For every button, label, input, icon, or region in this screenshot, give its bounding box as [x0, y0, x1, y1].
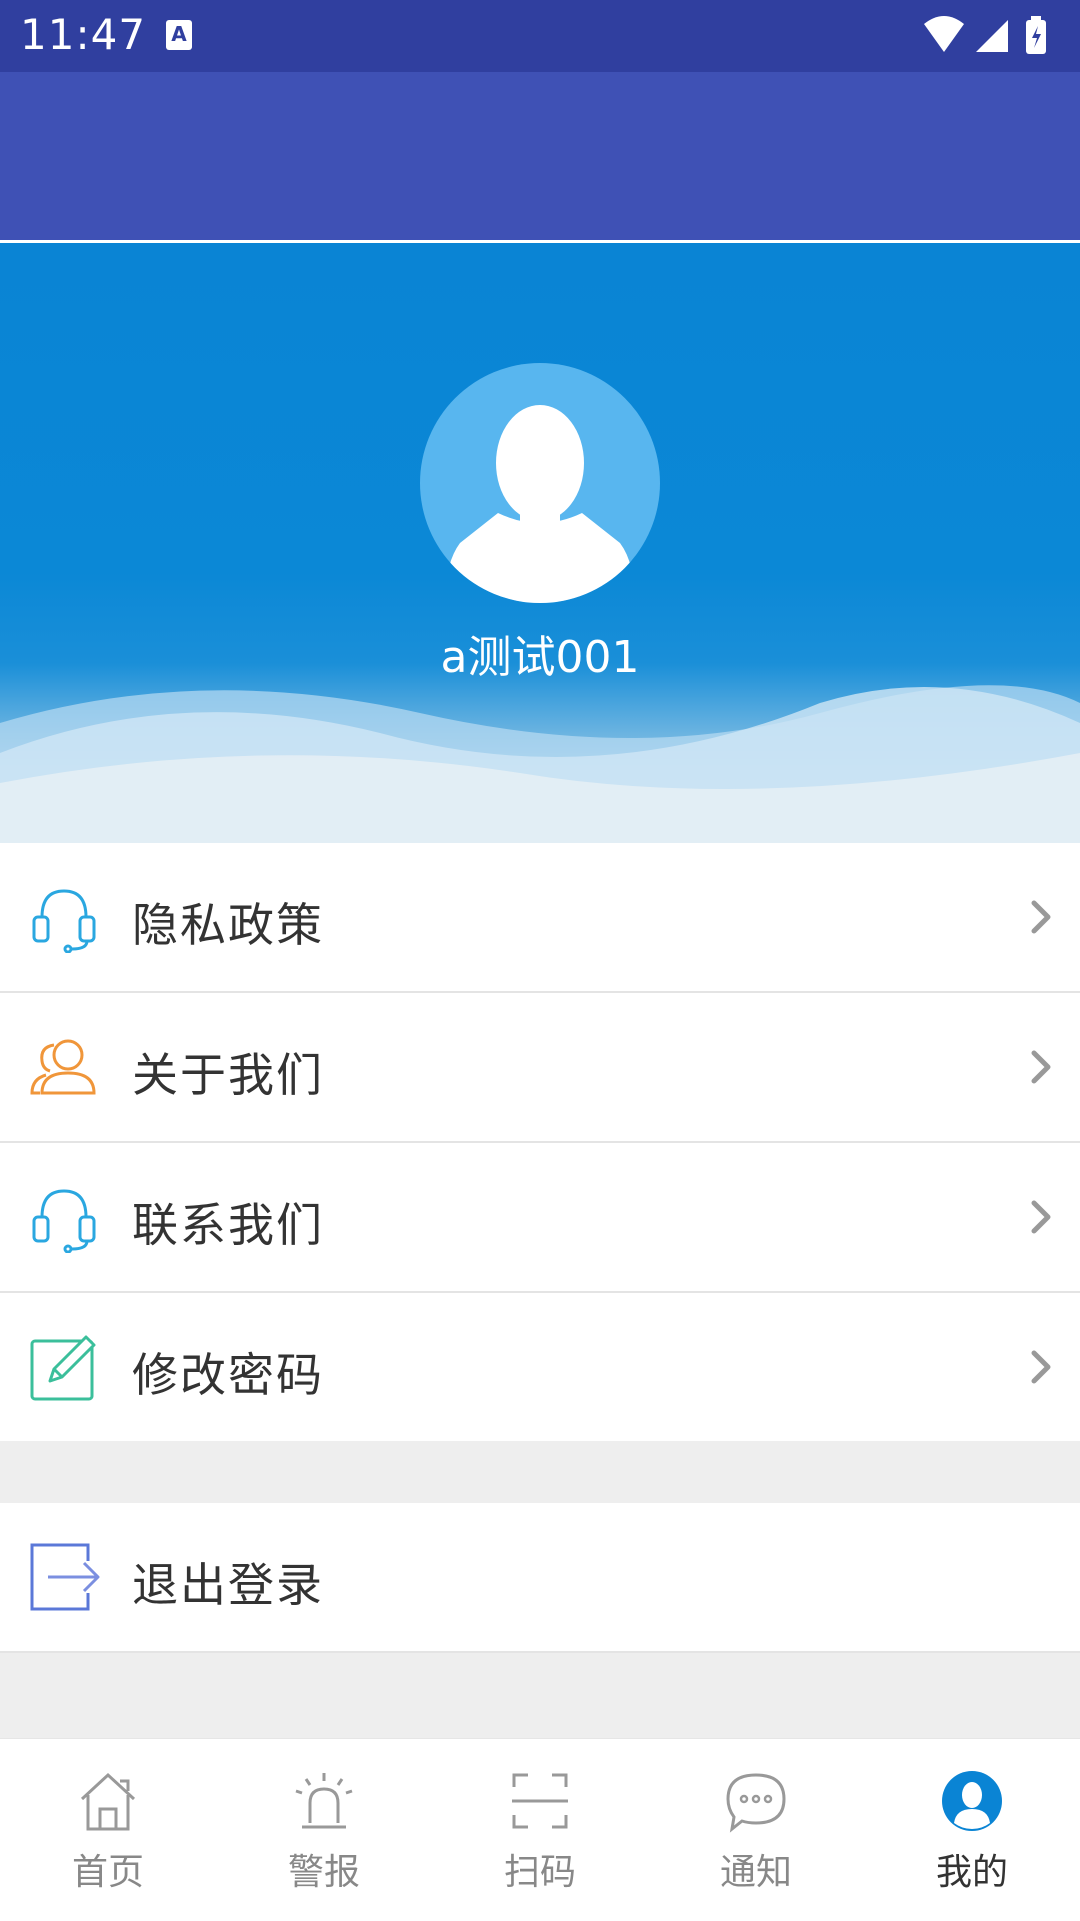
tab-label: 警报 — [287, 1852, 360, 1893]
bottom-navigation: 首页 警报 扫码 通知 我的 — [0, 1738, 1080, 1921]
tab-label: 通知 — [719, 1852, 792, 1893]
avatar[interactable] — [420, 363, 660, 603]
status-time: 11:47 — [20, 10, 147, 59]
tab-mine[interactable]: 我的 — [864, 1739, 1080, 1921]
menu-label: 关于我们 — [132, 1048, 324, 1102]
chevron-right-icon — [1031, 1350, 1051, 1384]
wifi-icon — [924, 16, 964, 52]
app-toolbar — [0, 72, 1080, 243]
logout-button[interactable]: 退出登录 — [0, 1503, 1080, 1653]
logout-icon — [30, 1543, 100, 1611]
menu-item-change-password[interactable]: 修改密码 — [0, 1293, 1080, 1443]
logout-label: 退出登录 — [132, 1558, 324, 1612]
chevron-right-icon — [1031, 1050, 1051, 1084]
notification-a-icon: A — [166, 20, 192, 50]
tab-label: 我的 — [935, 1852, 1008, 1893]
menu-item-about-us[interactable]: 关于我们 — [0, 993, 1080, 1143]
signal-icon — [976, 20, 1008, 52]
battery-icon — [1026, 16, 1046, 54]
menu-list: 隐私政策 关于我们 联系我们 修改密码 — [0, 843, 1080, 1443]
profile-icon — [942, 1771, 1002, 1831]
tab-home[interactable]: 首页 — [0, 1739, 216, 1921]
default-avatar-icon — [445, 405, 635, 603]
chevron-right-icon — [1031, 1200, 1051, 1234]
menu-label: 隐私政策 — [132, 898, 324, 952]
alarm-icon — [295, 1773, 353, 1829]
section-divider — [0, 1441, 1080, 1503]
menu-item-privacy-policy[interactable]: 隐私政策 — [0, 843, 1080, 993]
menu-item-contact-us[interactable]: 联系我们 — [0, 1143, 1080, 1293]
tab-scan[interactable]: 扫码 — [432, 1739, 648, 1921]
tab-label: 扫码 — [503, 1852, 576, 1893]
tab-alarm[interactable]: 警报 — [216, 1739, 432, 1921]
home-icon — [80, 1772, 136, 1831]
tab-label: 首页 — [71, 1852, 144, 1893]
users-icon — [30, 1039, 96, 1095]
status-icons — [922, 14, 1062, 62]
chevron-right-icon — [1031, 900, 1051, 934]
wave-decoration — [0, 685, 1080, 843]
headset-icon — [32, 1189, 96, 1253]
status-bar: 11:47 A — [0, 0, 1080, 72]
menu-label: 联系我们 — [132, 1198, 324, 1252]
edit-icon — [30, 1335, 96, 1401]
profile-header: a测试001 — [0, 243, 1080, 843]
tab-notifications[interactable]: 通知 — [648, 1739, 864, 1921]
menu-label: 修改密码 — [132, 1348, 324, 1402]
message-icon — [726, 1773, 786, 1833]
headset-icon — [32, 889, 96, 953]
scan-icon — [512, 1773, 568, 1829]
